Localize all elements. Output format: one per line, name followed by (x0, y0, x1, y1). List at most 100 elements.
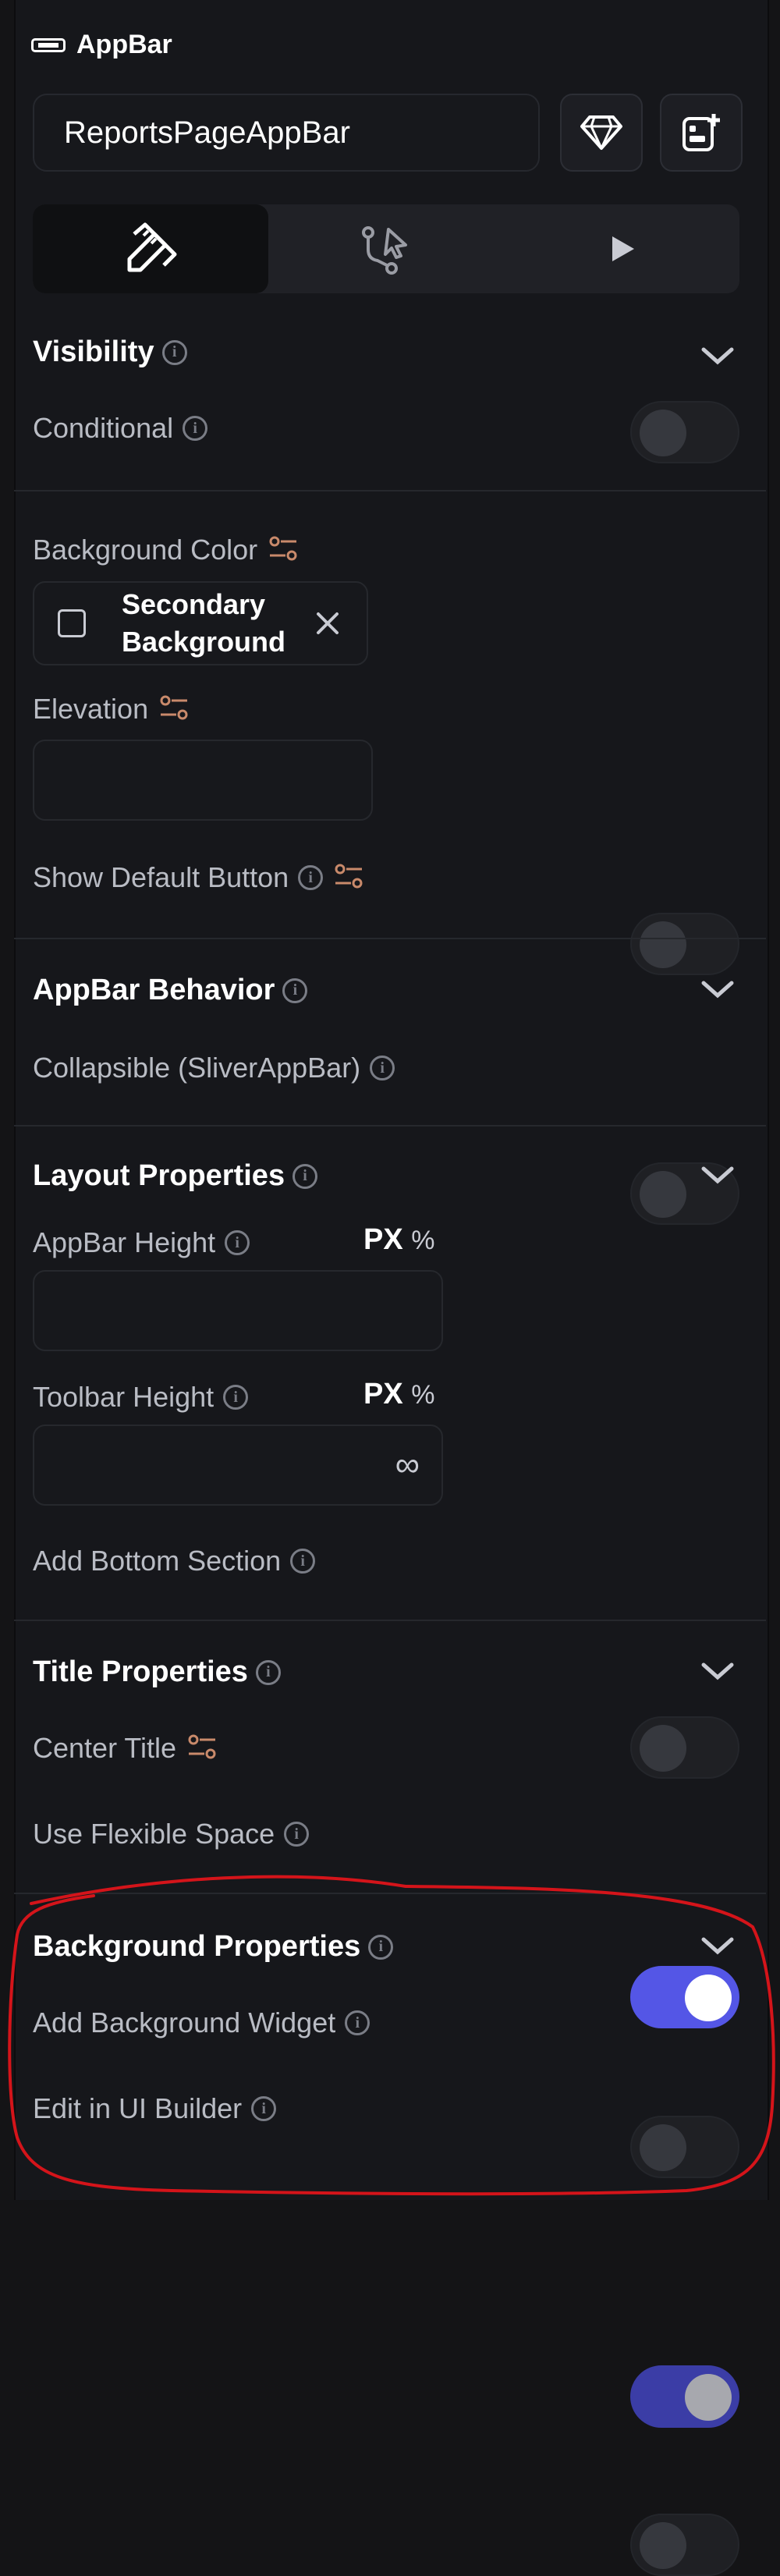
unit-px[interactable]: PX (363, 1223, 403, 1256)
background-properties-section-title: Background Properties i (33, 1930, 394, 1964)
edit-in-ui-builder-toggle[interactable] (630, 2514, 739, 2576)
add-bottom-section-row: Add Bottom Section i (33, 1545, 316, 1577)
color-name: Secondary Background (122, 588, 286, 658)
tab-actions[interactable] (268, 204, 504, 293)
toggle-knob (640, 2124, 686, 2171)
info-icon[interactable]: i (370, 1056, 395, 1080)
toolbar-height-unit-toggle[interactable]: PX % (363, 1378, 435, 1411)
panel-header: AppBar (31, 30, 172, 60)
center-title-row: Center Title (33, 1732, 218, 1765)
toggle-knob (640, 921, 686, 968)
toolbar-height-input[interactable]: ∞ (33, 1425, 443, 1506)
conditional-label: Conditional (33, 412, 174, 444)
appbar-height-label: AppBar Height (33, 1226, 216, 1258)
unit-px[interactable]: PX (363, 1378, 403, 1410)
set-from-variable-icon[interactable] (332, 861, 365, 894)
info-icon[interactable]: i (225, 1230, 250, 1255)
info-icon[interactable]: i (298, 865, 324, 890)
add-widget-button[interactable] (660, 94, 743, 172)
background-color-row: Background Color (33, 534, 300, 566)
toggle-knob (640, 1725, 686, 1772)
info-icon[interactable]: i (183, 416, 208, 441)
flexible-space-row: Use Flexible Space i (33, 1818, 310, 1850)
elevation-input[interactable] (33, 740, 373, 821)
info-icon[interactable]: i (282, 978, 308, 1003)
edit-in-ui-builder-row: Edit in UI Builder i (33, 2092, 277, 2125)
unit-percent[interactable]: % (411, 1380, 434, 1410)
diamond-button[interactable] (560, 94, 643, 172)
conditional-row: Conditional i (33, 412, 208, 445)
tab-preview[interactable] (504, 204, 739, 293)
appbar-height-unit-toggle[interactable]: PX % (363, 1223, 435, 1257)
actions-flow-icon (362, 226, 407, 275)
info-icon[interactable]: i (368, 1934, 394, 1960)
info-icon[interactable]: i (345, 2010, 370, 2035)
widget-name-input[interactable]: ReportsPageAppBar (33, 94, 540, 172)
chevron-down-icon[interactable] (699, 970, 736, 1008)
tab-properties[interactable] (33, 204, 268, 293)
collapsible-row: Collapsible (SliverAppBar) i (33, 1052, 395, 1084)
divider (14, 490, 766, 491)
properties-panel (14, 0, 769, 2200)
toggle-knob (640, 410, 686, 456)
chevron-down-icon[interactable] (699, 337, 736, 374)
toggle-knob (685, 1975, 732, 2021)
play-icon (612, 236, 634, 261)
panel-title: AppBar (76, 30, 172, 59)
elevation-row: Elevation (33, 693, 190, 726)
edit-in-ui-builder-label: Edit in UI Builder (33, 2092, 243, 2124)
chevron-down-icon[interactable] (699, 1652, 736, 1690)
show-default-button-toggle[interactable] (630, 913, 739, 975)
divider (14, 938, 766, 939)
add-bottom-section-label: Add Bottom Section (33, 1545, 282, 1577)
toggle-knob (685, 2374, 732, 2421)
widget-name-value: ReportsPageAppBar (64, 115, 350, 150)
set-from-variable-icon[interactable] (158, 693, 190, 726)
info-icon[interactable]: i (161, 339, 187, 365)
info-icon[interactable]: i (292, 1163, 318, 1189)
panel-tabs (33, 204, 739, 293)
unit-percent[interactable]: % (411, 1226, 434, 1255)
appbar-behavior-section-title: AppBar Behavior i (33, 974, 308, 1007)
add-bottom-section-toggle[interactable] (630, 1716, 739, 1779)
divider (14, 1125, 766, 1127)
conditional-toggle[interactable] (630, 401, 739, 463)
add-background-widget-label: Add Background Widget (33, 2007, 336, 2038)
set-from-variable-icon[interactable] (186, 1732, 218, 1765)
divider (14, 1620, 766, 1621)
background-color-label: Background Color (33, 534, 258, 566)
add-background-widget-row: Add Background Widget i (33, 2007, 370, 2039)
chevron-down-icon[interactable] (699, 1927, 736, 1964)
info-icon[interactable]: i (251, 2096, 277, 2121)
appbar-icon (31, 37, 66, 52)
set-from-variable-icon[interactable] (267, 534, 300, 566)
flexible-space-toggle[interactable] (630, 2116, 739, 2178)
layout-properties-section-title: Layout Properties i (33, 1159, 318, 1193)
toolbar-height-row: Toolbar Height i (33, 1381, 249, 1414)
appbar-height-row: AppBar Height i (33, 1226, 250, 1259)
title-properties-section-title: Title Properties i (33, 1655, 281, 1689)
info-icon[interactable]: i (255, 1659, 281, 1685)
toolbar-height-value: ∞ (395, 1446, 420, 1484)
center-title-toggle[interactable] (630, 1966, 739, 2028)
diamond-icon (580, 115, 622, 150)
show-default-button-label: Show Default Button (33, 861, 289, 893)
chevron-down-icon[interactable] (699, 1156, 736, 1194)
divider (14, 1893, 766, 1894)
center-title-label: Center Title (33, 1732, 177, 1764)
info-icon[interactable]: i (290, 1549, 316, 1574)
add-widget-icon (682, 114, 720, 151)
elevation-label: Elevation (33, 693, 149, 725)
info-icon[interactable]: i (284, 1822, 310, 1847)
add-background-widget-toggle[interactable] (630, 2365, 739, 2428)
show-default-button-row: Show Default Button i (33, 861, 365, 894)
toggle-knob (640, 1171, 686, 1218)
info-icon[interactable]: i (223, 1385, 249, 1410)
close-icon[interactable] (314, 609, 342, 637)
properties-icon (127, 222, 177, 272)
color-swatch (58, 609, 86, 637)
appbar-height-input[interactable] (33, 1270, 443, 1351)
toggle-knob (640, 2522, 686, 2569)
background-color-picker[interactable]: Secondary Background (33, 581, 368, 665)
collapsible-label: Collapsible (SliverAppBar) (33, 1052, 361, 1084)
